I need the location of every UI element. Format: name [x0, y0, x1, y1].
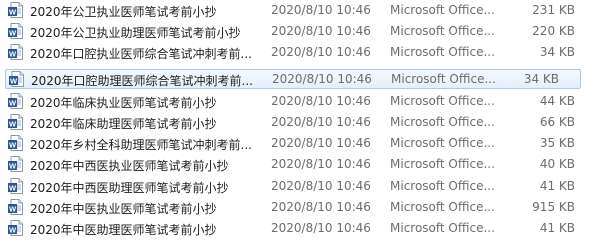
file-type: Microsoft Office... — [390, 136, 495, 150]
file-date: 2020/8/10 10:46 — [271, 3, 371, 17]
svg-text:W: W — [9, 226, 17, 235]
file-name: 2020年中西医执业医师笔试考前小抄 — [30, 159, 229, 173]
svg-text:W: W — [9, 8, 17, 17]
word-document-icon: W — [8, 114, 23, 130]
word-document-icon: W — [9, 71, 24, 87]
file-row[interactable]: W 2020年临床执业医师笔试考前小抄 2020/8/10 10:46 Micr… — [0, 91, 603, 111]
file-row[interactable]: W 2020年口腔执业医师综合笔试冲刺考前... 2020/8/10 10:46… — [0, 42, 603, 62]
word-document-icon: W — [8, 23, 23, 39]
file-size: 34 KB — [539, 45, 575, 59]
file-type: Microsoft Office... — [390, 221, 495, 235]
file-type: Microsoft Office... — [390, 45, 495, 59]
file-date: 2020/8/10 10:46 — [271, 45, 371, 59]
svg-text:W: W — [9, 99, 17, 108]
file-list: W 2020年公卫执业医师笔试考前小抄 2020/8/10 10:46 Micr… — [0, 0, 603, 241]
file-date: 2020/8/10 10:46 — [272, 72, 372, 86]
svg-text:W: W — [10, 77, 18, 86]
file-type: Microsoft Office... — [390, 179, 495, 193]
file-type: Microsoft Office... — [390, 157, 495, 171]
file-type: Microsoft Office... — [390, 94, 495, 108]
file-size: 41 KB — [539, 179, 575, 193]
file-name: 2020年口腔助理医师综合笔试冲刺考前... — [31, 74, 253, 88]
file-size: 220 KB — [532, 24, 575, 38]
file-row[interactable]: W 2020年中医助理医师笔试考前小抄 2020/8/10 10:46 Micr… — [0, 218, 603, 238]
file-type: Microsoft Office... — [390, 115, 495, 129]
file-size: 66 KB — [539, 115, 575, 129]
file-name: 2020年临床执业医师笔试考前小抄 — [30, 96, 217, 110]
file-size: 41 KB — [539, 221, 575, 235]
svg-text:W: W — [9, 29, 17, 38]
file-date: 2020/8/10 10:46 — [271, 179, 371, 193]
svg-text:W: W — [9, 184, 17, 193]
file-date: 2020/8/10 10:46 — [271, 221, 371, 235]
file-name: 2020年公卫执业助理医师笔试考前小抄 — [30, 26, 241, 40]
file-date: 2020/8/10 10:46 — [271, 24, 371, 38]
file-type: Microsoft Office... — [390, 24, 495, 38]
file-size: 40 KB — [539, 157, 575, 171]
file-size: 231 KB — [532, 3, 575, 17]
word-document-icon: W — [8, 178, 23, 194]
file-row[interactable]: W 2020年中西医助理医师笔试考前小抄 2020/8/10 10:46 Mic… — [0, 176, 603, 196]
svg-text:W: W — [9, 50, 17, 59]
file-type: Microsoft Office... — [390, 3, 495, 17]
file-name: 2020年口腔执业医师综合笔试冲刺考前... — [30, 47, 252, 61]
svg-text:W: W — [9, 120, 17, 129]
file-name: 2020年中医助理医师笔试考前小抄 — [30, 223, 217, 237]
file-type: Microsoft Office... — [390, 200, 495, 214]
file-row[interactable]: W 2020年中西医执业医师笔试考前小抄 2020/8/10 10:46 Mic… — [0, 154, 603, 174]
file-row[interactable]: W 2020年公卫执业医师笔试考前小抄 2020/8/10 10:46 Micr… — [0, 0, 603, 20]
file-size: 44 KB — [539, 94, 575, 108]
word-document-icon: W — [8, 135, 23, 151]
file-name: 2020年中西医助理医师笔试考前小抄 — [30, 181, 229, 195]
file-row[interactable]: W 2020年公卫执业助理医师笔试考前小抄 2020/8/10 10:46 Mi… — [0, 21, 603, 41]
file-size: 34 KB — [523, 72, 559, 86]
file-date: 2020/8/10 10:46 — [271, 115, 371, 129]
word-document-icon: W — [8, 93, 23, 109]
file-date: 2020/8/10 10:46 — [271, 200, 371, 214]
word-document-icon: W — [8, 2, 23, 18]
svg-text:W: W — [9, 162, 17, 171]
word-document-icon: W — [8, 220, 23, 236]
file-row[interactable]: W 2020年中医执业医师笔试考前小抄 2020/8/10 10:46 Micr… — [0, 197, 603, 217]
word-document-icon: W — [8, 156, 23, 172]
word-document-icon: W — [8, 199, 23, 215]
word-document-icon: W — [8, 44, 23, 60]
file-name: 2020年公卫执业医师笔试考前小抄 — [30, 5, 217, 19]
file-row[interactable]: W 2020年乡村全科助理医师笔试冲刺考前... 2020/8/10 10:46… — [0, 133, 603, 153]
file-name: 2020年临床助理医师笔试考前小抄 — [30, 117, 217, 131]
file-row-selected[interactable]: W 2020年口腔助理医师综合笔试冲刺考前... 2020/8/10 10:46… — [5, 69, 581, 89]
file-size: 35 KB — [539, 136, 575, 150]
svg-text:W: W — [9, 205, 17, 214]
file-row[interactable]: W 2020年临床助理医师笔试考前小抄 2020/8/10 10:46 Micr… — [0, 112, 603, 132]
svg-text:W: W — [9, 141, 17, 150]
file-name: 2020年中医执业医师笔试考前小抄 — [30, 202, 217, 216]
file-size: 915 KB — [532, 200, 575, 214]
file-date: 2020/8/10 10:46 — [271, 157, 371, 171]
file-date: 2020/8/10 10:46 — [271, 94, 371, 108]
file-name: 2020年乡村全科助理医师笔试冲刺考前... — [30, 138, 252, 152]
file-date: 2020/8/10 10:46 — [271, 136, 371, 150]
